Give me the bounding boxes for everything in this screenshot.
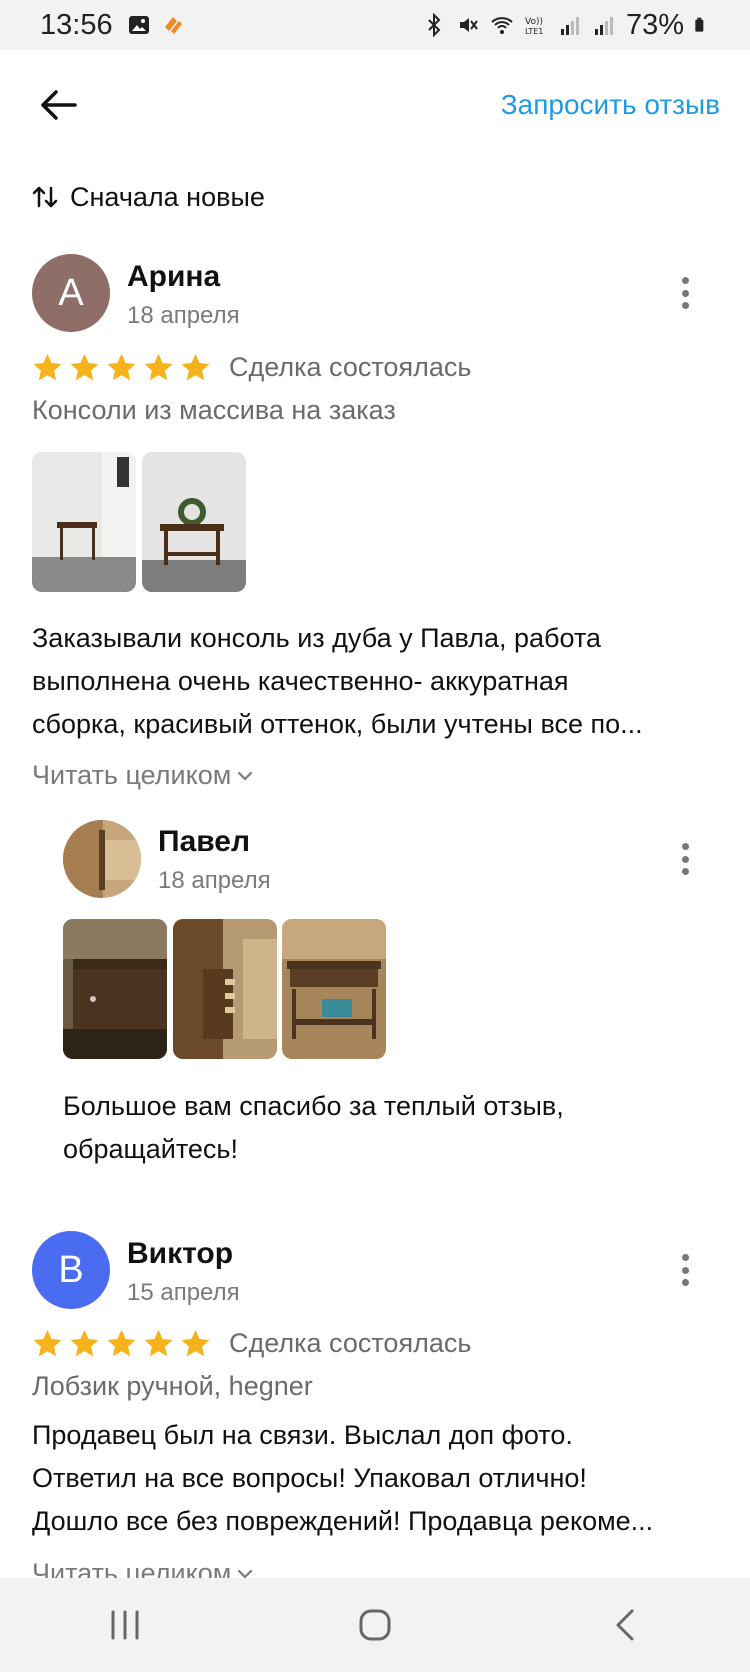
star-icon <box>181 353 210 381</box>
deal-status: Сделка состоялась <box>229 1328 472 1358</box>
star-icon <box>181 1329 210 1357</box>
review-date: 18 апреля <box>127 302 240 329</box>
sort-label: Сначала новые <box>70 181 265 212</box>
star-icon <box>144 353 173 381</box>
more-vertical-icon <box>681 277 689 284</box>
avatar[interactable]: В <box>32 1231 110 1309</box>
star-icon <box>33 1329 62 1357</box>
reply-name[interactable]: Павел <box>158 825 250 859</box>
mute-icon <box>459 18 478 32</box>
star-icon <box>33 353 62 381</box>
reply-date: 18 апреля <box>158 867 271 894</box>
star-icon <box>107 1329 136 1357</box>
reply-avatar[interactable] <box>63 820 141 898</box>
request-review-link[interactable]: Запросить отзыв <box>501 89 720 121</box>
wifi-icon <box>491 17 513 34</box>
more-vertical-icon <box>681 843 689 850</box>
review-item-title[interactable]: Лобзик ручной, hegner <box>32 1371 313 1402</box>
reviewer-name[interactable]: Арина <box>127 260 220 294</box>
reply-photo[interactable] <box>282 919 386 1059</box>
sort-button[interactable]: Сначала новые <box>32 172 265 222</box>
home-icon <box>359 1609 391 1641</box>
signal-icon <box>560 17 579 35</box>
star-icon <box>70 1329 99 1357</box>
app-bar: Запросить отзыв <box>0 50 750 160</box>
svg-text:Vo)): Vo)) <box>525 17 543 27</box>
app-notification-icon <box>164 17 182 34</box>
status-time: 13:56 <box>40 8 113 41</box>
read-more-link[interactable]: Читать целиком <box>32 760 253 791</box>
reply-photo[interactable] <box>63 919 167 1059</box>
rating-stars <box>32 352 211 383</box>
battery-icon <box>695 17 704 32</box>
battery-percent: 73% <box>625 8 684 41</box>
signal-icon-2 <box>594 17 613 35</box>
more-options-button[interactable] <box>670 273 700 313</box>
review-text: Заказывали консоль из дуба у Павла, рабо… <box>32 623 643 739</box>
review-photo[interactable] <box>142 452 246 592</box>
review-photo[interactable] <box>32 452 136 592</box>
review-text: Продавец был на связи. Выслал доп фото. … <box>32 1420 654 1536</box>
arrow-left-icon <box>41 90 77 120</box>
reviewer-name[interactable]: Виктор <box>127 1237 233 1271</box>
deal-status: Сделка состоялась <box>229 352 472 382</box>
star-icon <box>70 353 99 381</box>
more-vertical-icon <box>681 1254 689 1261</box>
rating-stars <box>32 1328 211 1359</box>
reply-text: Большое вам спасибо за теплый отзыв, обр… <box>63 1091 564 1164</box>
home-button[interactable] <box>345 1595 405 1655</box>
star-icon <box>144 1329 173 1357</box>
review-item-title[interactable]: Консоли из массива на заказ <box>32 395 396 426</box>
reply-more-options-button[interactable] <box>670 839 700 879</box>
recent-apps-icon <box>111 1610 139 1640</box>
system-nav-bar <box>0 1578 750 1672</box>
svg-text:LTE1: LTE1 <box>525 27 543 36</box>
more-options-button[interactable] <box>670 1250 700 1290</box>
chevron-down-icon <box>238 771 253 781</box>
system-back-button[interactable] <box>595 1595 655 1655</box>
recent-apps-button[interactable] <box>95 1595 155 1655</box>
chevron-left-icon <box>616 1609 634 1641</box>
star-icon <box>107 353 136 381</box>
sort-arrows-icon <box>32 186 58 208</box>
avatar[interactable]: А <box>32 254 110 332</box>
reply-photo[interactable] <box>173 919 277 1059</box>
back-button[interactable] <box>34 80 84 130</box>
status-bar: 13:56 Vo)) LTE1 73% <box>0 0 750 50</box>
review-date: 15 апреля <box>127 1279 240 1306</box>
volte-icon: Vo))LTE1 <box>525 17 543 36</box>
bluetooth-icon <box>428 13 441 37</box>
gallery-icon <box>128 16 149 34</box>
